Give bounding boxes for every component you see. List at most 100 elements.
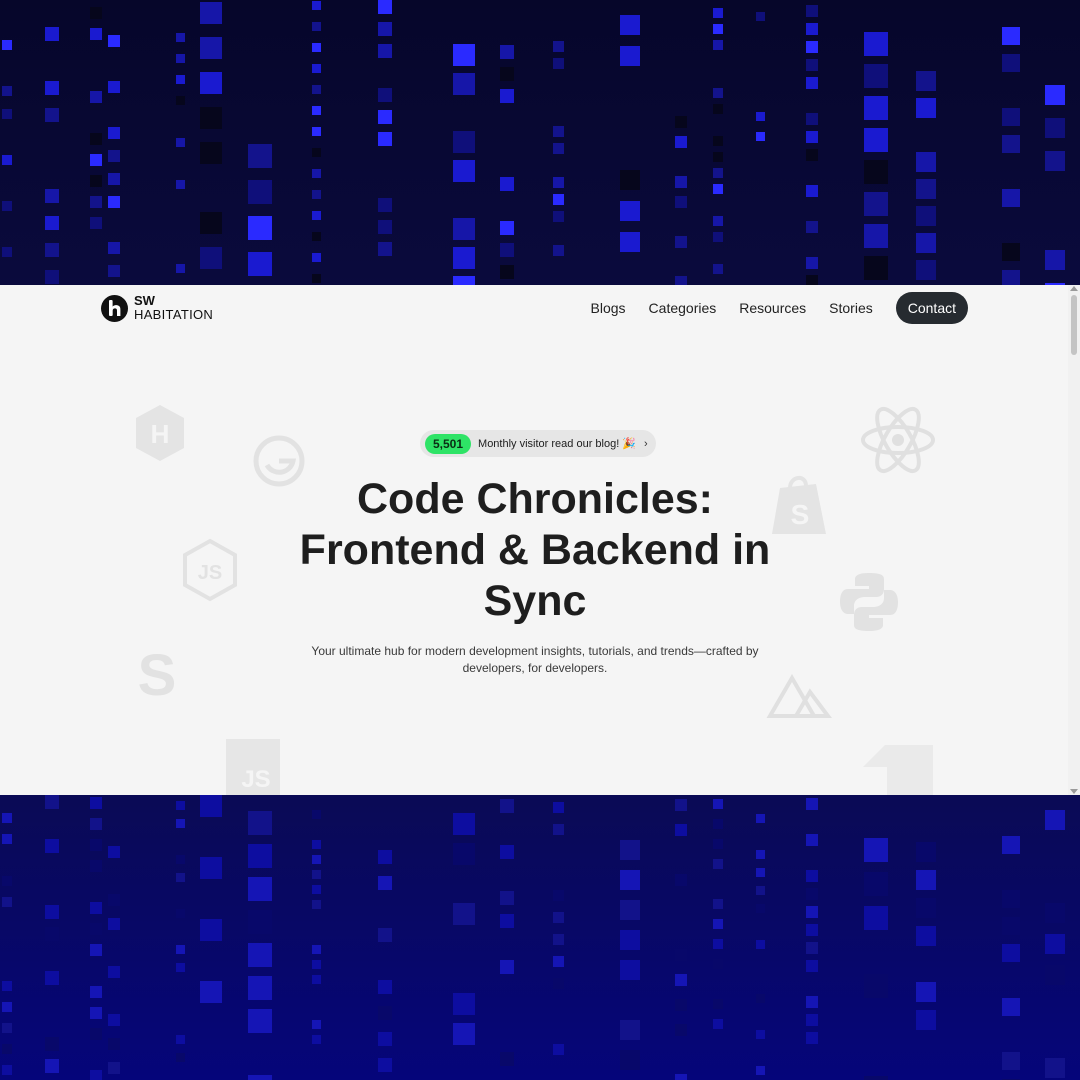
matrix-cell (312, 274, 321, 283)
matrix-cell (1045, 118, 1065, 138)
matrix-cell (806, 834, 818, 846)
nuxt-icon (766, 673, 832, 719)
matrix-cell (200, 247, 222, 269)
matrix-cell (45, 243, 59, 257)
matrix-cell (2, 1065, 12, 1075)
matrix-cell (453, 903, 475, 925)
matrix-cell (200, 212, 222, 234)
matrix-column (1002, 795, 1020, 1080)
matrix-cell (108, 846, 120, 858)
matrix-cell (312, 169, 321, 178)
matrix-cell (90, 1070, 102, 1080)
matrix-cell (916, 260, 936, 280)
matrix-cell (713, 216, 723, 226)
visitor-count: 5,501 (425, 433, 472, 454)
matrix-cell (713, 1019, 723, 1029)
nav-link-resources[interactable]: Resources (739, 300, 806, 316)
matrix-cell (553, 912, 564, 923)
scrollbar-thumb[interactable] (1071, 295, 1077, 355)
matrix-cell (176, 801, 185, 810)
matrix-cell (1002, 944, 1020, 962)
matrix-cell (620, 15, 640, 35)
matrix-cell (620, 1020, 640, 1040)
contact-button[interactable]: Contact (895, 292, 968, 324)
matrix-column (500, 795, 514, 1080)
nav-link-stories[interactable]: Stories (829, 300, 873, 316)
matrix-column (108, 0, 120, 285)
matrix-cell (806, 221, 818, 233)
matrix-cell (553, 934, 564, 945)
matrix-cell (806, 149, 818, 161)
matrix-column (1045, 795, 1065, 1080)
matrix-cell (2, 1002, 12, 1012)
matrix-cell (916, 898, 936, 918)
matrix-cell (176, 54, 185, 63)
matrix-cell (916, 982, 936, 1002)
matrix-cell (45, 1037, 59, 1051)
matrix-cell (248, 144, 272, 168)
matrix-cell (45, 971, 59, 985)
matrix-cell (916, 233, 936, 253)
matrix-cell (675, 276, 687, 285)
matrix-cell (45, 905, 59, 919)
brand-name-line2: HABITATION (134, 307, 214, 322)
matrix-column (675, 0, 687, 285)
matrix-cell (713, 799, 723, 809)
matrix-column (806, 795, 818, 1080)
matrix-cell (620, 46, 640, 66)
matrix-cell (378, 22, 392, 36)
vertical-scrollbar[interactable] (1068, 285, 1080, 795)
matrix-cell (45, 270, 59, 284)
matrix-background-bottom (0, 795, 1080, 1080)
matrix-cell (378, 1006, 392, 1020)
matrix-column (1002, 0, 1020, 285)
matrix-cell (553, 1044, 564, 1055)
visitor-badge[interactable]: 5,501 Monthly visitor read our blog! 🎉 › (420, 430, 656, 457)
matrix-cell (713, 899, 723, 909)
matrix-cell (864, 96, 888, 120)
matrix-cell (806, 131, 818, 143)
nav-link-blogs[interactable]: Blogs (591, 300, 626, 316)
matrix-column (620, 0, 640, 285)
matrix-cell (1002, 998, 1020, 1016)
matrix-cell (1002, 917, 1020, 935)
matrix-cell (864, 64, 888, 88)
matrix-cell (806, 5, 818, 17)
matrix-cell (713, 24, 723, 34)
scroll-up-arrow-icon[interactable] (1070, 286, 1078, 291)
matrix-cell (248, 811, 272, 835)
matrix-cell (553, 956, 564, 967)
matrix-cell (453, 1023, 475, 1045)
matrix-cell (378, 110, 392, 124)
matrix-cell (200, 107, 222, 129)
matrix-cell (312, 975, 321, 984)
matrix-cell (864, 1076, 888, 1080)
matrix-cell (675, 949, 687, 961)
matrix-cell (806, 41, 818, 53)
matrix-column (176, 0, 185, 285)
matrix-column (500, 0, 514, 285)
matrix-cell (553, 890, 564, 901)
matrix-cell (500, 891, 514, 905)
matrix-cell (90, 839, 102, 851)
matrix-cell (806, 942, 818, 954)
matrix-cell (1045, 151, 1065, 171)
matrix-column (378, 795, 392, 1080)
matrix-column (453, 795, 475, 1080)
brand-logo[interactable]: SW HABITATION (101, 293, 213, 323)
matrix-cell (2, 981, 12, 991)
matrix-cell (453, 813, 475, 835)
matrix-cell (500, 221, 514, 235)
matrix-cell (916, 870, 936, 890)
matrix-cell (1002, 890, 1020, 908)
matrix-column (806, 0, 818, 285)
matrix-column (90, 0, 102, 285)
matrix-cell (312, 870, 321, 879)
matrix-cell (176, 855, 185, 864)
matrix-cell (675, 1074, 687, 1080)
nav-link-categories[interactable]: Categories (649, 300, 717, 316)
matrix-cell (248, 216, 272, 240)
matrix-cell (312, 43, 321, 52)
scroll-down-arrow-icon[interactable] (1070, 789, 1078, 794)
matrix-cell (176, 963, 185, 972)
